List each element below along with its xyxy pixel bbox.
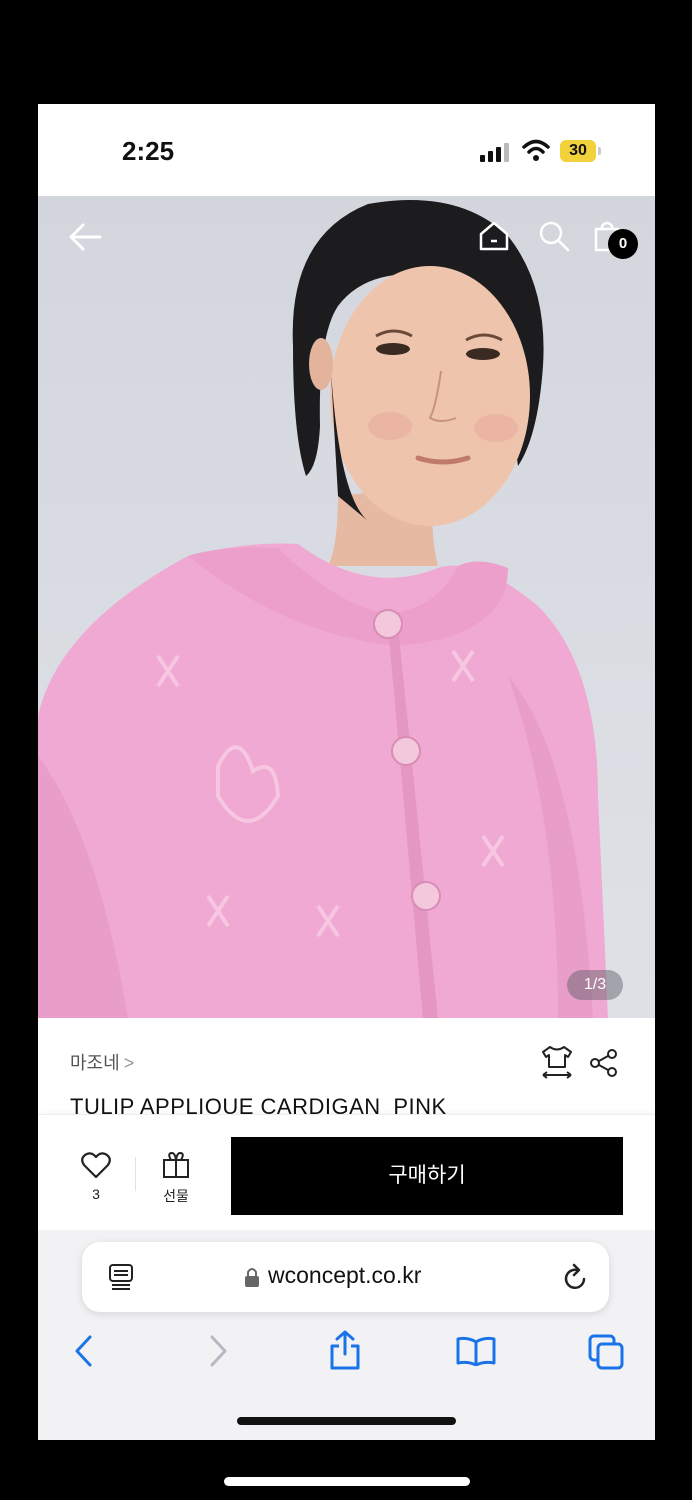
product-image-gallery[interactable]: 0 1/3 (38, 196, 655, 1018)
size-guide-icon[interactable] (540, 1044, 574, 1080)
purchase-action-bar: 3 선물 구매하기 (38, 1114, 655, 1231)
heart-icon (81, 1152, 111, 1179)
battery-nub (598, 147, 601, 155)
phone-screen: 2:25 30 0 1/3 마조네 > TULIP APPLIQUE CARDI… (38, 104, 655, 1440)
reload-icon[interactable] (562, 1262, 590, 1292)
brand-name: 마조네 (70, 1053, 120, 1073)
product-name: TULIP APPLIQUE CARDIGAN_PINK (70, 1094, 447, 1114)
url-text: wconcept.co.kr (268, 1262, 422, 1288)
outer-home-indicator (224, 1477, 470, 1486)
battery-indicator: 30 (560, 140, 602, 162)
search-icon[interactable] (538, 220, 570, 252)
forward-icon[interactable] (206, 1334, 230, 1368)
gift-button[interactable]: 선물 (156, 1151, 196, 1206)
battery-level: 30 (560, 140, 596, 162)
buy-button[interactable]: 구매하기 (231, 1137, 623, 1215)
gift-label: 선물 (163, 1188, 189, 1204)
home-icon[interactable] (478, 220, 510, 252)
home-indicator (237, 1417, 456, 1425)
action-divider (135, 1157, 136, 1191)
lock-icon (245, 1268, 259, 1287)
cellular-signal-icon (480, 143, 509, 162)
cart-count-badge[interactable]: 0 (608, 229, 638, 259)
wifi-icon (522, 139, 550, 161)
reader-icon[interactable] (108, 1263, 134, 1291)
tabs-icon[interactable] (588, 1334, 626, 1370)
share-icon[interactable] (589, 1048, 619, 1078)
gift-icon (163, 1151, 189, 1178)
browser-chrome: wconcept.co.kr (38, 1230, 655, 1440)
chevron-right-icon: > (123, 1053, 135, 1073)
like-button[interactable]: 3 (76, 1151, 116, 1202)
address-bar[interactable]: wconcept.co.kr (82, 1242, 609, 1312)
like-count: 3 (92, 1186, 100, 1202)
status-bar: 2:25 30 (38, 104, 655, 196)
back-arrow-icon[interactable] (68, 222, 102, 252)
bookmarks-icon[interactable] (456, 1336, 496, 1366)
product-photo (38, 200, 608, 1018)
back-icon[interactable] (72, 1334, 96, 1368)
gallery-counter: 1/3 (567, 970, 623, 1000)
brand-link[interactable]: 마조네 > (70, 1049, 134, 1075)
status-time: 2:25 (122, 136, 175, 166)
share-sheet-icon[interactable] (328, 1330, 362, 1370)
